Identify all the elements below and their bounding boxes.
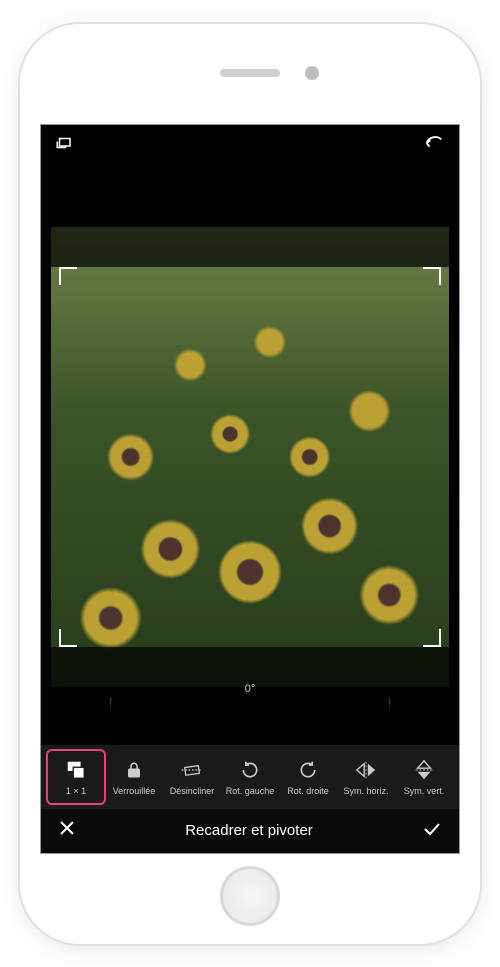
crop-toolbar: 1 × 1 Verrouillée Désincliner Rot. gauch… (41, 745, 459, 809)
home-button[interactable] (220, 866, 280, 926)
tool-rotate-left[interactable]: Rot. gauche (222, 751, 278, 803)
tool-rotate-right[interactable]: Rot. droite (280, 751, 336, 803)
cancel-button[interactable] (59, 820, 75, 841)
crop-mask-top (51, 227, 449, 267)
crop-mask-bottom (51, 647, 449, 687)
crop-handle-tl[interactable] (59, 267, 77, 285)
top-bar (41, 125, 459, 167)
aspect-ratio-icon (65, 758, 87, 782)
crop-handle-bl[interactable] (59, 629, 77, 647)
flip-horizontal-icon (355, 758, 377, 782)
crop-frame[interactable] (59, 267, 441, 647)
tool-straighten[interactable]: Désincliner (164, 751, 220, 803)
tool-label: Rot. droite (287, 786, 329, 796)
crop-handle-tr[interactable] (423, 267, 441, 285)
crop-handle-br[interactable] (423, 629, 441, 647)
bottom-bar: Recadrer et pivoter (41, 809, 459, 853)
angle-value: 0° (245, 683, 256, 695)
tool-label: Sym. vert. (404, 786, 445, 796)
phone-speaker (220, 69, 280, 77)
tool-flip-vertical[interactable]: Sym. vert. (396, 751, 452, 803)
flip-vertical-icon (415, 758, 433, 782)
tool-aspect-ratio[interactable]: 1 × 1 (48, 751, 104, 803)
tool-lock[interactable]: Verrouillée (106, 751, 162, 803)
undo-icon[interactable] (423, 135, 445, 156)
rotate-right-icon (298, 758, 318, 782)
tool-flip-horizontal[interactable]: Sym. horiz. (338, 751, 394, 803)
crop-canvas[interactable]: 0° (51, 227, 449, 687)
mode-title: Recadrer et pivoter (185, 822, 313, 839)
tool-label: 1 × 1 (66, 786, 86, 796)
phone-frame: 0° 1 × 1 Verrouillée Désinc (20, 24, 480, 944)
angle-arc[interactable] (110, 697, 390, 719)
angle-indicator[interactable]: 0° (110, 683, 390, 719)
tool-label: Sym. horiz. (343, 786, 388, 796)
phone-camera (305, 66, 319, 80)
straighten-icon (180, 758, 204, 782)
tool-label: Verrouillée (113, 786, 156, 796)
lock-icon (125, 758, 143, 782)
rotate-left-icon (240, 758, 260, 782)
app-screen: 0° 1 × 1 Verrouillée Désinc (40, 124, 460, 854)
confirm-button[interactable] (423, 820, 441, 841)
tool-label: Rot. gauche (226, 786, 275, 796)
fullscreen-icon[interactable] (55, 134, 73, 157)
tool-label: Désincliner (170, 786, 215, 796)
